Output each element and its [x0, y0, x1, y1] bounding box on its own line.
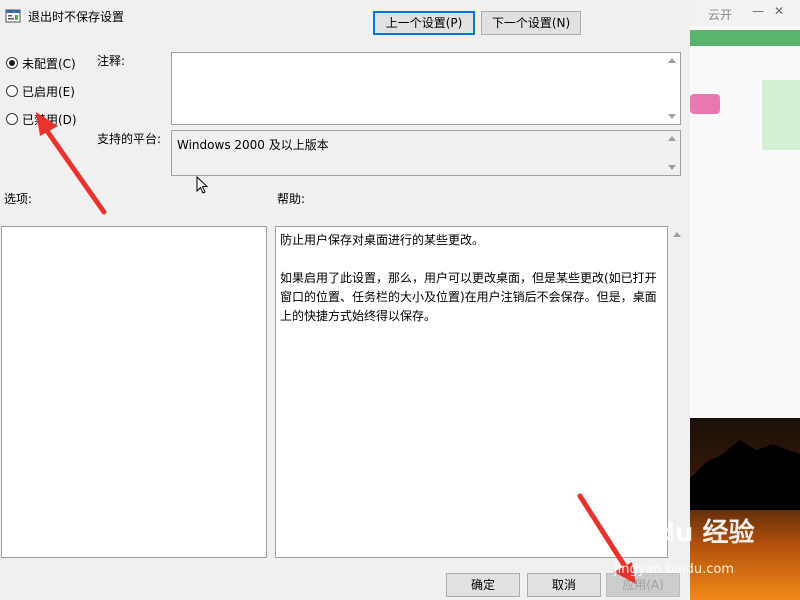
- red-arrow-icon: [36, 112, 107, 215]
- watermark-url: jingyan.baidu.com: [614, 562, 734, 577]
- watermark-logo: Baidu 经验: [610, 518, 755, 548]
- annotation-overlay: [36, 112, 636, 584]
